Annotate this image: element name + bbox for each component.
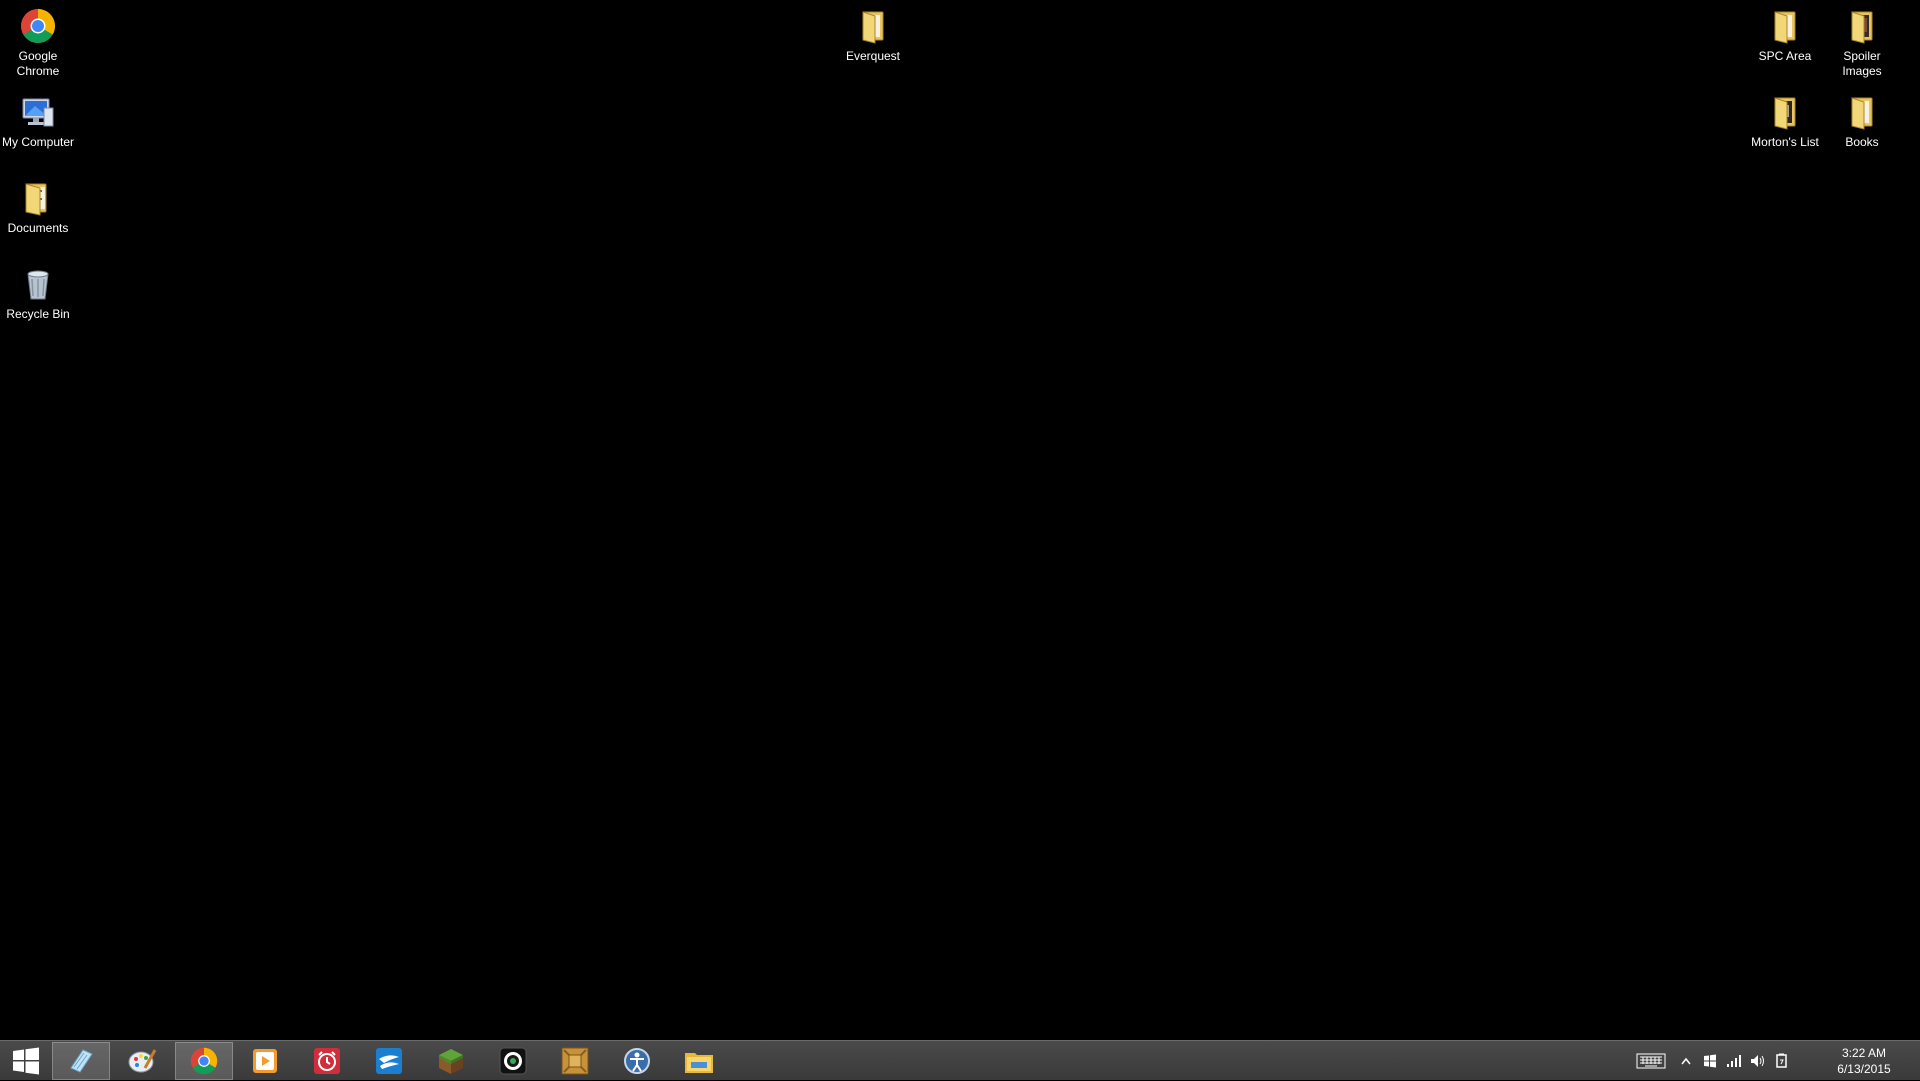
taskbar: 3:22 AM 6/13/2015 (0, 1040, 1920, 1080)
paint-icon (128, 1049, 157, 1073)
system-tray: 3:22 AM 6/13/2015 (1630, 1041, 1920, 1081)
taskbar-app-minecraft[interactable] (422, 1042, 480, 1080)
minecraft-icon (439, 1049, 463, 1074)
desktop-icon-everquest[interactable]: Everquest (835, 6, 911, 64)
desktop-icon-label: Everquest (845, 49, 901, 63)
folder-icon (1842, 6, 1882, 46)
desktop-icon-books[interactable]: Books (1824, 92, 1900, 150)
chrome-icon (190, 1047, 218, 1075)
desktop-icon-label: Google Chrome (16, 49, 60, 78)
alarm-clock-icon (314, 1048, 340, 1074)
taskbar-app-alarm-clock[interactable] (298, 1042, 356, 1080)
notepad-icon (70, 1049, 93, 1073)
taskbar-app-file-explorer[interactable] (670, 1042, 728, 1080)
folder-icon (18, 178, 58, 218)
windows-logo-icon (13, 1047, 39, 1075)
start-button[interactable] (4, 1042, 48, 1080)
computer-icon (18, 92, 58, 132)
network-signal-icon[interactable] (1726, 1053, 1742, 1069)
volume-icon[interactable] (1750, 1053, 1766, 1069)
desktop-icon-label: Books (1845, 135, 1879, 149)
taskbar-app-thunderbird[interactable] (360, 1042, 418, 1080)
desktop-icon-my-computer[interactable]: My Computer (0, 92, 76, 150)
taskbar-app-notepad[interactable] (52, 1042, 110, 1080)
thunderbird-icon (376, 1048, 402, 1074)
chrome-icon (18, 6, 58, 46)
desktop-icon-label: Spoiler Images (1842, 49, 1882, 78)
taskbar-app-chrome[interactable] (175, 1042, 233, 1080)
folder-icon (853, 6, 893, 46)
desktop-icon-label: Morton's List (1751, 135, 1819, 149)
desktop[interactable]: Google Chrome My Computer Documents Recy… (0, 0, 1920, 1040)
media-player-icon (253, 1049, 277, 1073)
desktop-icon-label: Recycle Bin (6, 307, 70, 321)
taskbar-app-dosbox[interactable] (546, 1042, 604, 1080)
taskbar-app-camera[interactable] (484, 1042, 542, 1080)
ease-of-access-icon (624, 1048, 650, 1074)
desktop-icon-google-chrome[interactable]: Google Chrome (0, 6, 76, 79)
taskbar-app-paint[interactable] (113, 1042, 171, 1080)
desktop-icon-documents[interactable]: Documents (0, 178, 76, 236)
desktop-icon-label: My Computer (1, 135, 75, 149)
power-icon[interactable] (1774, 1053, 1790, 1069)
folder-icon (1765, 6, 1805, 46)
desktop-icon-spc-area[interactable]: SPC Area (1747, 6, 1823, 64)
desktop-icon-label: SPC Area (1758, 49, 1812, 63)
taskbar-clock[interactable]: 3:22 AM 6/13/2015 (1824, 1045, 1904, 1077)
camera-app-icon (499, 1047, 527, 1075)
dosbox-icon (561, 1047, 589, 1075)
folder-icon (1765, 92, 1805, 132)
desktop-icon-spoiler-images[interactable]: Spoiler Images (1824, 6, 1900, 79)
clock-time: 3:22 AM (1841, 1046, 1887, 1060)
desktop-icon-recycle-bin[interactable]: Recycle Bin (0, 264, 76, 322)
desktop-icon-mortons-list[interactable]: Morton's List (1747, 92, 1823, 150)
taskbar-app-ease-of-access[interactable] (608, 1042, 666, 1080)
file-explorer-icon (685, 1053, 713, 1073)
desktop-icon-label: Documents (7, 221, 69, 235)
folder-icon (1842, 92, 1882, 132)
taskbar-app-media-player[interactable] (236, 1042, 294, 1080)
keyboard-icon[interactable] (1636, 1053, 1666, 1069)
clock-date: 6/13/2015 (1837, 1062, 1891, 1076)
recycle-bin-icon (18, 264, 58, 304)
show-hidden-icons-icon[interactable] (1678, 1053, 1694, 1069)
action-center-icon[interactable] (1702, 1053, 1718, 1069)
